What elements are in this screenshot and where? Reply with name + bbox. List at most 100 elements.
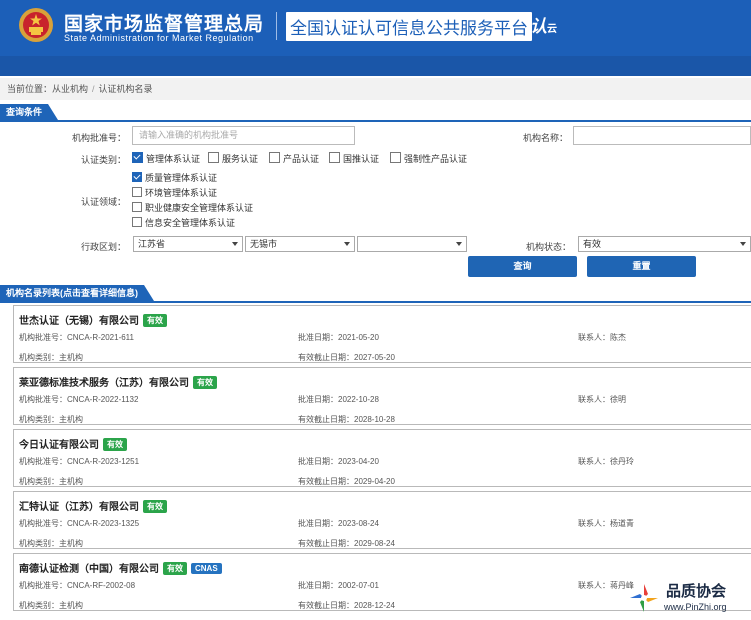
platform-title[interactable]: 全国认证认可信息公共服务平台 — [286, 12, 532, 41]
cert-field-quality-checkbox[interactable]: 质量管理体系认证 — [132, 171, 217, 184]
region-label: 行政区划： — [80, 242, 126, 252]
expiry-field: 有效截止日期：2028-10-28 — [298, 414, 395, 425]
breadcrumb-item-practitioners[interactable]: 从业机构 — [52, 84, 88, 94]
contact-field: 联系人：杨道青 — [578, 518, 634, 529]
approval-field: 机构批准号：CNCA-RF-2002-08 — [19, 580, 135, 591]
status-badge: 有效 — [103, 438, 127, 451]
field-value: 2028-12-24 — [354, 601, 395, 610]
checkbox-icon — [132, 217, 142, 227]
field-value: CNCA-R-2023-1251 — [67, 457, 140, 466]
field-value: 主机构 — [59, 353, 83, 362]
logo-sub: 云 — [547, 24, 557, 35]
field-value: 徐明 — [610, 395, 626, 404]
pinzhi-watermark: 品质协会 www.PinZhi.org — [624, 578, 751, 620]
field-label: 机构批准号： — [19, 519, 67, 528]
field-label: 批准日期： — [298, 333, 338, 342]
field-value: 2002-07-01 — [338, 581, 379, 590]
status-badge: 有效 — [143, 314, 167, 327]
city-select[interactable]: 无锡市 — [245, 236, 355, 252]
org-card[interactable]: 莱亚德标准技术服务（江苏）有限公司 有效 机构批准号：CNCA-R-2022-11… — [13, 367, 751, 425]
approval-number-input[interactable]: 请输入准确的机构批准号 — [132, 126, 355, 145]
pinzhi-logo-icon — [630, 584, 658, 612]
checkbox-label: 服务认证 — [222, 154, 259, 164]
breadcrumb-prefix: 当前位置： — [7, 84, 53, 94]
field-value: CNCA-R-2021-611 — [67, 333, 134, 342]
cert-field-label: 认证领域： — [80, 197, 126, 207]
org-card[interactable]: 世杰认证（无锡）有限公司 有效 机构批准号：CNCA-R-2021-611 批准日… — [13, 305, 751, 363]
checkbox-icon — [132, 202, 142, 212]
cert-type-service-checkbox[interactable]: 服务认证 — [208, 152, 258, 165]
province-select[interactable]: 江苏省 — [133, 236, 243, 252]
status-badge: 有效 — [143, 500, 167, 513]
query-section-title: 查询条件 — [0, 104, 59, 120]
field-label: 联系人： — [578, 519, 610, 528]
field-label: 机构类别： — [19, 415, 59, 424]
field-label: 机构类别： — [19, 353, 59, 362]
field-label: 批准日期： — [298, 581, 338, 590]
national-emblem-icon — [19, 8, 53, 42]
field-value: 2028-10-28 — [354, 415, 395, 424]
cnas-badge: CNAS — [191, 563, 222, 574]
checkbox-label: 职业健康安全管理体系认证 — [145, 203, 254, 213]
checkbox-label: 环境管理体系认证 — [145, 188, 218, 198]
date-field: 批准日期：2022-10-28 — [298, 394, 379, 405]
cert-field-infosec-checkbox[interactable]: 信息安全管理体系认证 — [132, 216, 235, 229]
org-card-name[interactable]: 莱亚德标准技术服务（江苏）有限公司 — [19, 378, 189, 389]
cert-field-environment-checkbox[interactable]: 环境管理体系认证 — [132, 186, 217, 199]
field-value: CNCA-RF-2002-08 — [67, 581, 136, 590]
field-label: 有效截止日期： — [298, 601, 354, 610]
org-status-label: 机构状态： — [525, 242, 571, 252]
checkbox-icon — [208, 152, 219, 163]
field-label: 联系人： — [578, 395, 610, 404]
contact-field: 联系人：徐明 — [578, 394, 626, 405]
org-card-name[interactable]: 今日认证有限公司 — [19, 440, 99, 451]
search-button[interactable]: 查询 — [468, 256, 577, 277]
field-label: 有效截止日期： — [298, 415, 354, 424]
checkbox-label: 质量管理体系认证 — [145, 173, 218, 183]
date-field: 批准日期：2023-08-24 — [298, 518, 379, 529]
org-card-name-row: 莱亚德标准技术服务（江苏）有限公司 有效 — [19, 374, 217, 389]
org-card-name[interactable]: 世杰认证（无锡）有限公司 — [19, 316, 139, 327]
checkbox-label: 管理体系认证 — [146, 154, 201, 164]
breadcrumb-item-directory: 认证机构名录 — [98, 84, 153, 94]
field-value: CNCA-R-2023-1325 — [67, 519, 140, 528]
field-label: 机构批准号： — [19, 395, 67, 404]
org-card-name[interactable]: 南德认证检测（中国）有限公司 — [19, 564, 159, 575]
field-value: 徐丹玲 — [610, 457, 634, 466]
contact-field: 联系人：徐丹玲 — [578, 456, 634, 467]
breadcrumb: 当前位置：从业机构 / 认证机构名录 — [0, 78, 751, 100]
field-label: 联系人： — [578, 457, 610, 466]
field-label: 联系人： — [578, 581, 610, 590]
field-value: 杨道青 — [610, 519, 634, 528]
site-header: 国家市场监督管理总局 State Administration for Mark… — [0, 0, 751, 56]
field-value: 2027-05-20 — [354, 353, 395, 362]
org-status-select[interactable]: 有效 — [578, 236, 751, 252]
checkbox-label: 产品认证 — [283, 154, 320, 164]
org-card-name-row: 南德认证检测（中国）有限公司 有效 CNAS — [19, 560, 222, 575]
org-card-name-row: 世杰认证（无锡）有限公司 有效 — [19, 312, 167, 327]
org-name-input[interactable] — [573, 126, 751, 145]
org-card[interactable]: 汇特认证（江苏）有限公司 有效 机构批准号：CNCA-R-2023-1325 批准… — [13, 491, 751, 549]
cert-field-ohs-checkbox[interactable]: 职业健康安全管理体系认证 — [132, 201, 253, 214]
field-value: 2022-10-28 — [338, 395, 379, 404]
org-card-name-row: 汇特认证（江苏）有限公司 有效 — [19, 498, 167, 513]
checkbox-checked-icon — [132, 172, 142, 182]
query-section-header: 查询条件 — [0, 104, 751, 122]
cert-type-product-checkbox[interactable]: 产品认证 — [269, 152, 319, 165]
district-select[interactable] — [357, 236, 467, 252]
org-card[interactable]: 今日认证有限公司 有效 机构批准号：CNCA-R-2023-1251 批准日期：2… — [13, 429, 751, 487]
cert-type-national-checkbox[interactable]: 国推认证 — [329, 152, 379, 165]
field-label: 批准日期： — [298, 457, 338, 466]
cert-type-ccc-checkbox[interactable]: 强制性产品认证 — [390, 152, 467, 165]
header-divider — [276, 12, 277, 40]
status-badge: 有效 — [163, 562, 187, 575]
field-label: 机构类别： — [19, 477, 59, 486]
field-label: 批准日期： — [298, 395, 338, 404]
field-value: 主机构 — [59, 415, 83, 424]
date-field: 批准日期：2002-07-01 — [298, 580, 379, 591]
field-value: 2023-08-24 — [338, 519, 379, 528]
org-card-name[interactable]: 汇特认证（江苏）有限公司 — [19, 502, 139, 513]
date-field: 批准日期：2023-04-20 — [298, 456, 379, 467]
reset-button[interactable]: 重置 — [587, 256, 696, 277]
cert-type-management-checkbox[interactable]: 管理体系认证 — [132, 152, 200, 165]
